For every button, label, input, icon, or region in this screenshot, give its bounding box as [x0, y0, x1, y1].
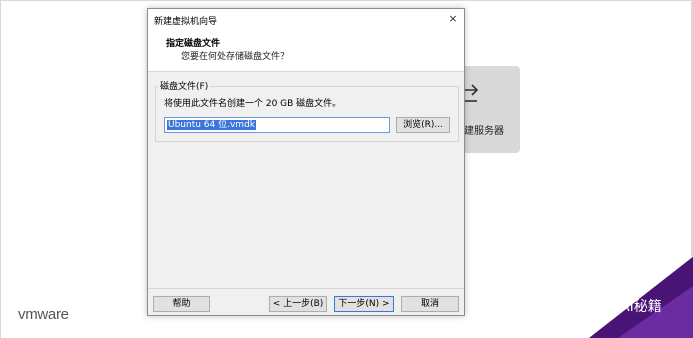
wechat-icon — [597, 298, 613, 312]
browse-button[interactable]: 浏览(R)... — [396, 117, 450, 133]
page-title: 指定磁盘文件 — [166, 39, 221, 49]
cancel-button[interactable]: 取消 — [401, 296, 459, 312]
dialog-title: 新建虚拟机向导 — [154, 17, 218, 27]
vmware-logo: vmware — [18, 306, 69, 323]
frame-left-border — [0, 0, 1, 338]
watermark: AI秘籍 — [597, 296, 662, 316]
wizard-header: 指定磁盘文件 您要在何处存储磁盘文件？ — [148, 29, 464, 72]
card-label: 建服务器 — [464, 126, 504, 137]
help-button[interactable]: 帮助 — [153, 296, 210, 312]
new-vm-wizard-dialog: 新建虚拟机向导 × 指定磁盘文件 您要在何处存储磁盘文件？ 磁盘文件(F) 将使… — [147, 8, 465, 316]
next-button[interactable]: 下一步(N) > — [334, 296, 394, 312]
page-subtitle: 您要在何处存储磁盘文件？ — [181, 52, 290, 62]
close-icon[interactable]: × — [446, 12, 460, 26]
disk-file-name-value: Ubuntu 64 位.vmdk — [167, 120, 256, 130]
watermark-text: AI秘籍 — [620, 299, 662, 315]
frame-top-border — [0, 0, 693, 1]
footer-divider — [148, 288, 464, 289]
disk-file-description: 将使用此文件名创建一个 20 GB 磁盘文件。 — [164, 99, 342, 109]
back-button[interactable]: < 上一步(B) — [269, 296, 327, 312]
disk-file-group-label: 磁盘文件(F) — [158, 79, 211, 92]
disk-file-group — [155, 86, 459, 142]
disk-file-name-input[interactable]: Ubuntu 64 位.vmdk — [164, 117, 390, 133]
dialog-titlebar[interactable]: 新建虚拟机向导 × — [148, 9, 464, 29]
